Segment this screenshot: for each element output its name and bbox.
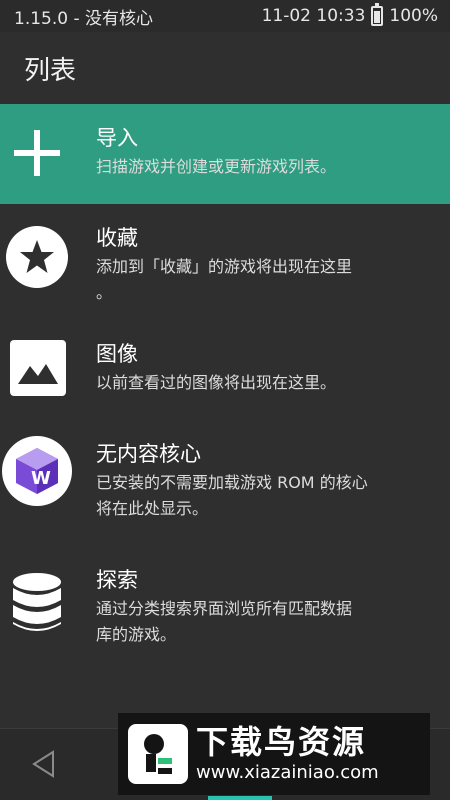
list-item-images[interactable]: 图像 以前查看过的图像将出现在这里。 [0, 320, 450, 420]
database-icon [12, 572, 62, 634]
watermark-title: 下载鸟资源 [196, 723, 367, 761]
svg-text:W: W [31, 468, 51, 489]
list-item-desc: 库的游戏。 [96, 625, 177, 644]
battery-icon [371, 3, 384, 26]
back-icon[interactable] [30, 749, 56, 779]
app-bar: 列表 [0, 32, 450, 104]
status-right: 11-02 10:33 100% [261, 3, 438, 26]
list-item-desc: 扫描游戏并创建或更新游戏列表。 [96, 157, 337, 176]
core-icon: W [2, 436, 72, 506]
image-icon [10, 340, 66, 396]
list-item-title: 收藏 [96, 226, 138, 250]
list-item-desc: 已安装的不需要加载游戏 ROM 的核心 [96, 473, 368, 492]
battery-level: 100% [389, 6, 438, 26]
watermark-logo [128, 724, 188, 784]
watermark-url: www.xiazainiao.com [196, 762, 379, 783]
list-item-contentless-cores[interactable]: W 无内容核心 已安装的不需要加载游戏 ROM 的核心 将在此处显示。 [0, 420, 450, 546]
list-item-import[interactable]: 导入 扫描游戏并创建或更新游戏列表。 [0, 104, 450, 204]
list-item-desc: 。 [96, 283, 113, 302]
list-item-title: 探索 [96, 568, 138, 592]
plus-icon [14, 130, 60, 176]
datetime: 11-02 10:33 [261, 6, 366, 26]
star-icon [6, 226, 68, 288]
list-item-explore[interactable]: 探索 通过分类搜索界面浏览所有匹配数据 库的游戏。 [0, 546, 450, 672]
page-title: 列表 [24, 55, 77, 86]
list-item-title: 图像 [96, 342, 138, 366]
list-item-desc: 以前查看过的图像将出现在这里。 [96, 373, 337, 392]
list-item-desc: 将在此处显示。 [96, 499, 209, 518]
main-list: 导入 扫描游戏并创建或更新游戏列表。 收藏 添加到「收藏」的游戏将出现在这里 。 [0, 104, 450, 672]
list-item-title: 无内容核心 [96, 442, 201, 466]
list-item-desc: 添加到「收藏」的游戏将出现在这里 [96, 257, 353, 276]
list-item-title: 导入 [96, 126, 138, 150]
watermark-overlay: 下载鸟资源 www.xiazainiao.com [118, 713, 430, 795]
bottom-accent-bar [208, 796, 272, 800]
list-item-desc: 通过分类搜索界面浏览所有匹配数据 [96, 599, 353, 618]
list-item-favorites[interactable]: 收藏 添加到「收藏」的游戏将出现在这里 。 [0, 204, 450, 320]
status-bar: 1.15.0 - 没有核心 11-02 10:33 100% [0, 0, 450, 32]
status-left-text: 1.15.0 - 没有核心 [14, 8, 154, 29]
